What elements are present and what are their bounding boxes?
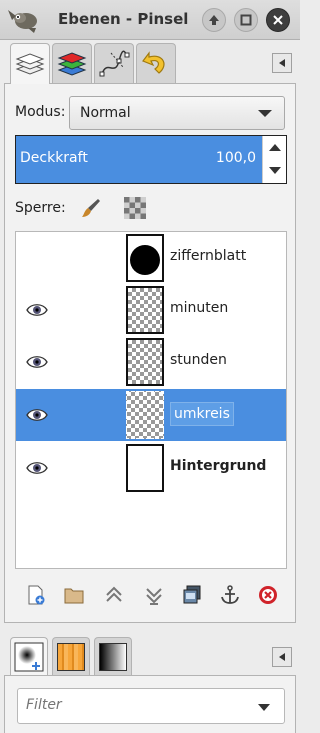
brush-icon [82, 199, 100, 217]
layer-name[interactable]: stunden [170, 352, 227, 368]
duplicate-layer-icon [183, 585, 201, 604]
bottom-tab-menu-button[interactable] [272, 647, 292, 667]
chevron-down-icon [258, 110, 272, 117]
lower-layer-button[interactable] [141, 582, 167, 608]
new-layer-group-icon [64, 588, 84, 604]
mode-row: Modus: Normal [15, 96, 287, 130]
layer-thumbnail [126, 234, 164, 282]
eye-icon[interactable] [26, 459, 48, 477]
menu-arrow-left-icon [279, 653, 285, 661]
eye-icon[interactable] [26, 406, 48, 424]
undo-history-icon [142, 50, 165, 74]
raise-layer-icon [106, 586, 122, 602]
raise-layer-button[interactable] [101, 582, 127, 608]
layer-thumbnail [126, 338, 164, 386]
tab-gradients[interactable] [94, 637, 132, 675]
layer-thumbnail [126, 286, 164, 334]
maximize-button[interactable] [234, 8, 258, 32]
lower-layer-icon [146, 588, 162, 605]
bottom-tab-strip [4, 633, 296, 675]
layer-row-hintergrund[interactable]: Hintergrund [16, 442, 286, 494]
up-icon [209, 15, 219, 25]
new-layer-icon [28, 585, 45, 605]
lock-pixels-button[interactable] [79, 196, 103, 220]
menu-arrow-left-icon [279, 59, 285, 67]
title-bar: Ebenen - Pinsel [0, 0, 300, 40]
brushes-icon [14, 642, 44, 671]
lock-label: Sperre: [15, 200, 66, 216]
tab-undo-history[interactable] [136, 43, 176, 83]
layers-panel: Modus: Normal Deckkraft 100,0 Sperre: zi… [4, 83, 296, 623]
layers-icon [15, 53, 45, 75]
eye-icon[interactable] [26, 353, 48, 371]
tab-channels[interactable] [52, 43, 92, 83]
layer-name[interactable]: ziffernblatt [170, 248, 246, 264]
checkerboard-icon [124, 197, 146, 219]
layer-thumbnail [126, 391, 164, 439]
new-layer-group-button[interactable] [61, 582, 87, 608]
layer-name-editor[interactable]: umkreis [170, 402, 234, 426]
layer-row-umkreis[interactable]: umkreis [16, 389, 286, 441]
tab-brushes[interactable] [10, 637, 48, 675]
brushes-panel [4, 675, 296, 733]
layer-list: ziffernblatt minuten stunden umkreis Hin… [15, 231, 287, 569]
tab-menu-button[interactable] [272, 53, 292, 73]
anchor-layer-button[interactable] [217, 582, 243, 608]
lock-alpha-button[interactable] [123, 196, 147, 220]
maximize-icon [240, 14, 252, 26]
gradients-icon [99, 642, 127, 671]
mode-value: Normal [80, 105, 131, 121]
dock-tab-strip [4, 43, 296, 84]
close-window-button[interactable] [266, 8, 290, 32]
patterns-icon [57, 642, 85, 671]
tab-paths[interactable] [94, 43, 134, 83]
eye-icon[interactable] [26, 301, 48, 319]
layer-row-ziffernblatt[interactable]: ziffernblatt [16, 232, 286, 284]
mode-label: Modus: [15, 104, 66, 120]
layer-row-stunden[interactable]: stunden [16, 336, 286, 388]
close-icon [273, 15, 283, 25]
opacity-label: Deckkraft [20, 150, 88, 166]
anchor-icon [221, 585, 239, 604]
new-layer-button[interactable] [23, 582, 49, 608]
window-title: Ebenen - Pinsel [58, 10, 189, 28]
black-circle-preview [130, 245, 160, 275]
tab-patterns[interactable] [52, 637, 90, 675]
spin-down-icon[interactable] [269, 167, 281, 174]
layer-name[interactable]: Hintergrund [170, 458, 266, 474]
gimp-logo-icon [8, 10, 37, 33]
lock-row: Sperre: [15, 196, 287, 222]
layer-thumbnail [126, 444, 164, 492]
opacity-value: 100,0 [215, 150, 256, 166]
channels-icon [57, 51, 87, 76]
layer-toolbar [15, 582, 287, 612]
spin-up-icon[interactable] [269, 144, 281, 151]
opacity-spinner[interactable] [262, 136, 286, 183]
layer-name[interactable]: minuten [170, 300, 228, 316]
duplicate-layer-button[interactable] [179, 582, 205, 608]
delete-icon [259, 586, 277, 604]
filter-input[interactable] [26, 697, 246, 713]
delete-layer-button[interactable] [255, 582, 281, 608]
tab-layers[interactable] [10, 43, 50, 84]
chevron-down-icon[interactable] [258, 704, 270, 711]
move-up-button[interactable] [202, 8, 226, 32]
mode-select[interactable]: Normal [69, 96, 285, 130]
opacity-slider[interactable]: Deckkraft 100,0 [15, 135, 287, 184]
paths-icon [99, 50, 130, 76]
layer-row-minuten[interactable]: minuten [16, 284, 286, 336]
filter-combo[interactable] [17, 688, 285, 724]
